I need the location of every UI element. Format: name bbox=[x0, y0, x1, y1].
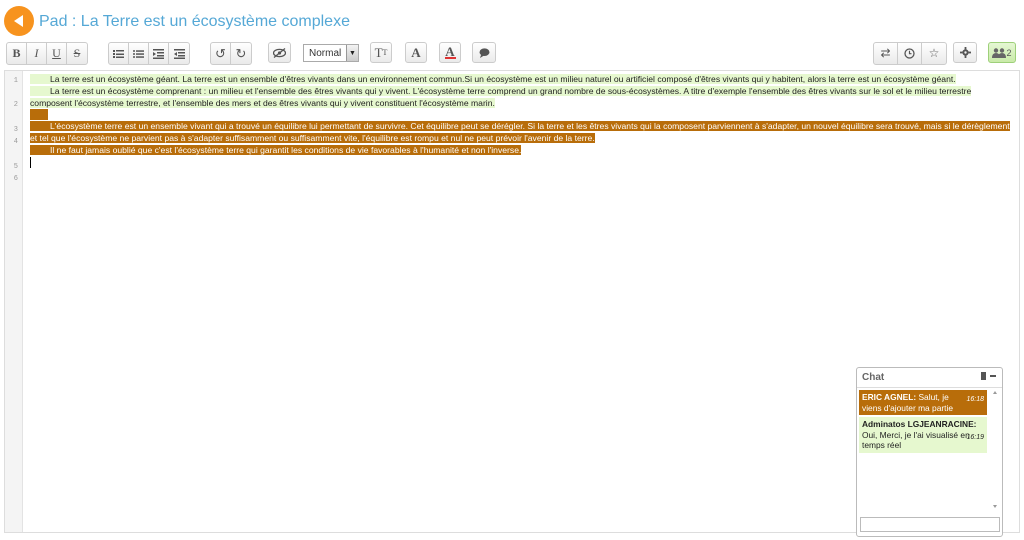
saved-revision-button[interactable]: ☆ bbox=[922, 43, 946, 64]
editor-line: La terre est un écosystème comprenant : … bbox=[30, 85, 1015, 110]
font-style-button[interactable]: A bbox=[405, 42, 427, 63]
undo-icon: ↺ bbox=[215, 45, 226, 61]
line-number-gutter: 1 2 3 4 5 6 bbox=[5, 71, 23, 532]
chat-messages: ERIC AGNEL: Salut, je viens d'ajouter ma… bbox=[859, 390, 987, 455]
line-number: 3 bbox=[13, 126, 18, 134]
strikethrough-button[interactable]: S bbox=[67, 43, 87, 64]
star-icon: ☆ bbox=[928, 46, 940, 60]
chat-author: Adminatos LGJEANRACINE: bbox=[862, 419, 977, 429]
import-export-button[interactable]: ⇄ bbox=[874, 43, 898, 64]
chat-message: ERIC AGNEL: Salut, je viens d'ajouter ma… bbox=[859, 390, 987, 415]
right-tools-group: ⇄ ☆ bbox=[873, 42, 947, 65]
italic-button[interactable]: I bbox=[27, 43, 47, 64]
line-number: 6 bbox=[13, 175, 18, 183]
comment-icon bbox=[479, 47, 489, 58]
outdent-button[interactable] bbox=[169, 43, 189, 64]
clear-authorship-button[interactable] bbox=[268, 42, 291, 63]
header: Pad : La Terre est un écosystème complex… bbox=[0, 0, 1024, 42]
chat-header: Chat bbox=[857, 368, 1002, 388]
line-number: 5 bbox=[13, 163, 18, 171]
ordered-list-button[interactable] bbox=[109, 43, 129, 64]
exchange-icon: ⇄ bbox=[880, 46, 891, 60]
ordered-list-icon bbox=[113, 49, 124, 58]
toolbar: B I U S ↺ ↻ TT A A ⇄ ☆ bbox=[0, 40, 1024, 66]
chat-title: Chat bbox=[862, 372, 885, 383]
indent-icon bbox=[153, 48, 164, 59]
list-group bbox=[108, 42, 190, 65]
font-color-button[interactable]: A bbox=[439, 42, 461, 63]
history-group: ↺ ↻ bbox=[210, 42, 252, 65]
undo-button[interactable]: ↺ bbox=[211, 43, 231, 64]
font-size-icon: T bbox=[374, 44, 383, 60]
comment-button[interactable] bbox=[472, 42, 496, 63]
arrow-left-icon bbox=[14, 15, 23, 27]
format-group: B I U S bbox=[6, 42, 88, 65]
heading-select[interactable]: Normal ▼ bbox=[303, 44, 359, 62]
chat-input[interactable] bbox=[860, 517, 1000, 532]
chat-time: 16:18 bbox=[966, 396, 984, 403]
chat-message: Adminatos LGJEANRACINE: Oui, Merci, je l… bbox=[859, 417, 987, 453]
bullet-list-icon bbox=[133, 49, 144, 58]
bold-button[interactable]: B bbox=[7, 43, 27, 64]
back-button[interactable] bbox=[4, 6, 34, 36]
users-button[interactable]: 2 bbox=[988, 42, 1016, 63]
pad-content[interactable]: La terre est un écosystème géant. La ter… bbox=[30, 74, 1015, 168]
text-cursor bbox=[30, 156, 31, 168]
scrollbar-arrows-icon bbox=[993, 391, 997, 508]
editor-line: L'écosystème terre est un ensemble vivan… bbox=[30, 121, 1015, 145]
user-count: 2 bbox=[1006, 47, 1012, 58]
line-number: 1 bbox=[13, 77, 18, 85]
settings-button[interactable] bbox=[953, 42, 977, 63]
font-color-icon: A bbox=[445, 44, 455, 59]
indent-button[interactable] bbox=[149, 43, 169, 64]
line-text: Il ne faut jamais oublié que c'est l'éco… bbox=[50, 144, 522, 155]
chat-author: ERIC AGNEL: bbox=[862, 392, 917, 402]
timeslider-button[interactable] bbox=[898, 43, 922, 64]
gear-icon bbox=[959, 47, 971, 58]
line-text: L'écosystème terre est un ensemble vivan… bbox=[30, 121, 1010, 143]
chat-time: 16:19 bbox=[966, 434, 984, 441]
outdent-icon bbox=[173, 48, 185, 59]
line-number: 2 bbox=[13, 101, 18, 109]
redo-icon: ↻ bbox=[235, 45, 247, 61]
redo-button[interactable]: ↻ bbox=[231, 43, 251, 64]
line-text: La terre est un écosystème géant. La ter… bbox=[50, 74, 956, 84]
chat-scrollbar[interactable] bbox=[990, 389, 1000, 513]
minimize-icon[interactable] bbox=[990, 375, 996, 377]
underline-button[interactable]: U bbox=[47, 43, 67, 64]
unordered-list-button[interactable] bbox=[129, 43, 149, 64]
chat-text: Oui, Merci, je l'ai visualisé en temps r… bbox=[862, 429, 970, 451]
editor-line: Il ne faut jamais oublié que c'est l'éco… bbox=[30, 144, 1015, 157]
users-icon bbox=[992, 47, 1007, 58]
editor-line: La terre est un écosystème géant. La ter… bbox=[30, 74, 1015, 86]
editor-line bbox=[30, 156, 1015, 169]
chevron-down-icon: ▼ bbox=[346, 45, 358, 61]
stick-chat-icon[interactable] bbox=[981, 372, 986, 380]
font-size-button[interactable]: TT bbox=[370, 42, 392, 63]
line-number: 4 bbox=[13, 138, 18, 146]
eye-slash-icon bbox=[273, 47, 286, 58]
page-title: Pad : La Terre est un écosystème complex… bbox=[39, 13, 350, 30]
line-text: La terre est un écosystème comprenant : … bbox=[30, 85, 972, 108]
chat-panel: Chat ERIC AGNEL: Salut, je viens d'ajout… bbox=[856, 367, 1003, 537]
heading-select-value: Normal bbox=[309, 47, 342, 59]
editor-line bbox=[30, 109, 1015, 121]
clock-icon bbox=[904, 48, 915, 59]
